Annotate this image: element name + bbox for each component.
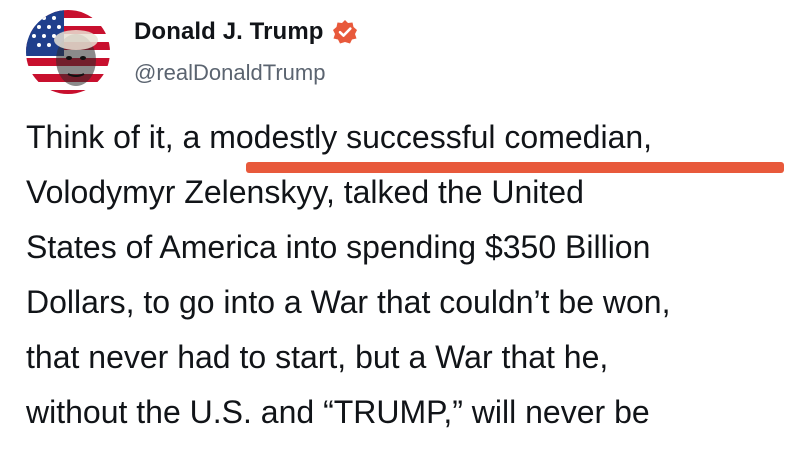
author-handle[interactable]: @realDonaldTrump	[134, 60, 325, 86]
author-name-row: Donald J. Trump	[134, 18, 358, 46]
post-line: Dollars, to go into a War that couldn’t …	[26, 284, 671, 320]
post-line: Volodymyr Zelenskyy, talked the United	[26, 174, 584, 210]
post-header: Donald J. Trump @realDonaldTrump	[26, 8, 766, 98]
post-body-text: Think of it, a modestly successful comed…	[26, 110, 786, 440]
author-avatar[interactable]	[26, 10, 110, 94]
verified-badge-icon	[332, 19, 358, 45]
post-line: without the U.S. and “TRUMP,” will never…	[26, 394, 650, 430]
post-line: Think of it, a modestly successful comed…	[26, 119, 653, 155]
post-line: States of America into spending $350 Bil…	[26, 229, 651, 265]
avatar-flag-portrait-icon	[26, 10, 110, 94]
author-display-name[interactable]: Donald J. Trump	[134, 18, 324, 46]
post-line: that never had to start, but a War that …	[26, 339, 609, 375]
